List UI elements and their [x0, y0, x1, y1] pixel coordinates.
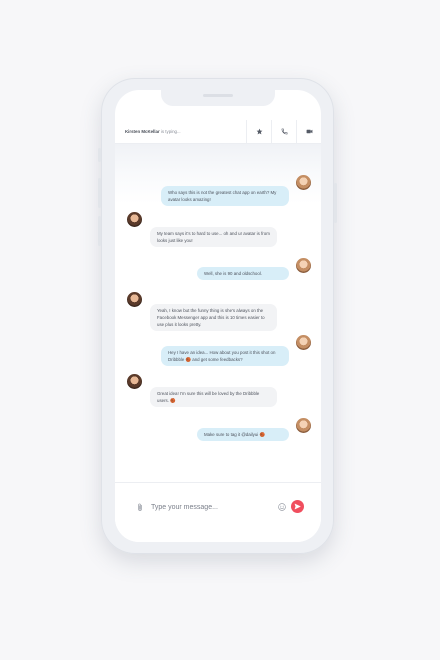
avatar[interactable]	[127, 292, 142, 307]
favorite-button[interactable]	[246, 119, 271, 144]
phone-screen: Kirsten McKellar is typing... Who says t…	[115, 90, 321, 542]
typing-status: is typing...	[160, 129, 181, 134]
video-camera-icon	[306, 129, 312, 134]
message-composer	[115, 482, 321, 542]
typing-indicator: Kirsten McKellar is typing...	[115, 129, 246, 134]
send-icon	[294, 503, 301, 510]
phone-power-button	[334, 183, 337, 223]
avatar[interactable]	[296, 175, 311, 190]
phone-icon	[281, 128, 287, 135]
phone-volume-up-button	[98, 178, 101, 208]
phone-speaker	[203, 94, 233, 97]
message-list[interactable]: Who says this is not the greatest chat a…	[115, 144, 321, 482]
message-bubble: Who says this is not the greatest chat a…	[161, 186, 289, 206]
avatar[interactable]	[296, 418, 311, 433]
phone-frame: Kirsten McKellar is typing... Who says t…	[98, 78, 337, 554]
phone-notch	[161, 90, 275, 106]
message-input[interactable]	[151, 500, 271, 514]
message-bubble: Yeah, I know but the funny thing is she'…	[150, 304, 277, 331]
phone-side-button	[98, 148, 101, 162]
contact-name[interactable]: Kirsten McKellar	[125, 129, 160, 134]
avatar[interactable]	[127, 212, 142, 227]
star-icon	[256, 128, 262, 135]
message-bubble: My team says it's to hard to use... oh a…	[150, 227, 277, 247]
call-button[interactable]	[271, 119, 296, 144]
message-bubble: Hey I have an idea... How about you post…	[161, 346, 289, 366]
send-button[interactable]	[291, 500, 304, 513]
avatar[interactable]	[296, 258, 311, 273]
paperclip-icon[interactable]	[137, 503, 143, 512]
chat-header: Kirsten McKellar is typing...	[115, 119, 321, 144]
video-call-button[interactable]	[296, 119, 321, 144]
message-bubble: Well, she is 90 and oldschool.	[197, 267, 289, 280]
phone-volume-down-button	[98, 216, 101, 246]
smiley-icon[interactable]	[278, 503, 286, 511]
avatar[interactable]	[127, 374, 142, 389]
message-bubble: Great idea! I'm sure this will be loved …	[150, 387, 277, 407]
avatar[interactable]	[296, 335, 311, 350]
message-bubble: Make sure to tag it @dailyui 🏀	[197, 428, 289, 441]
